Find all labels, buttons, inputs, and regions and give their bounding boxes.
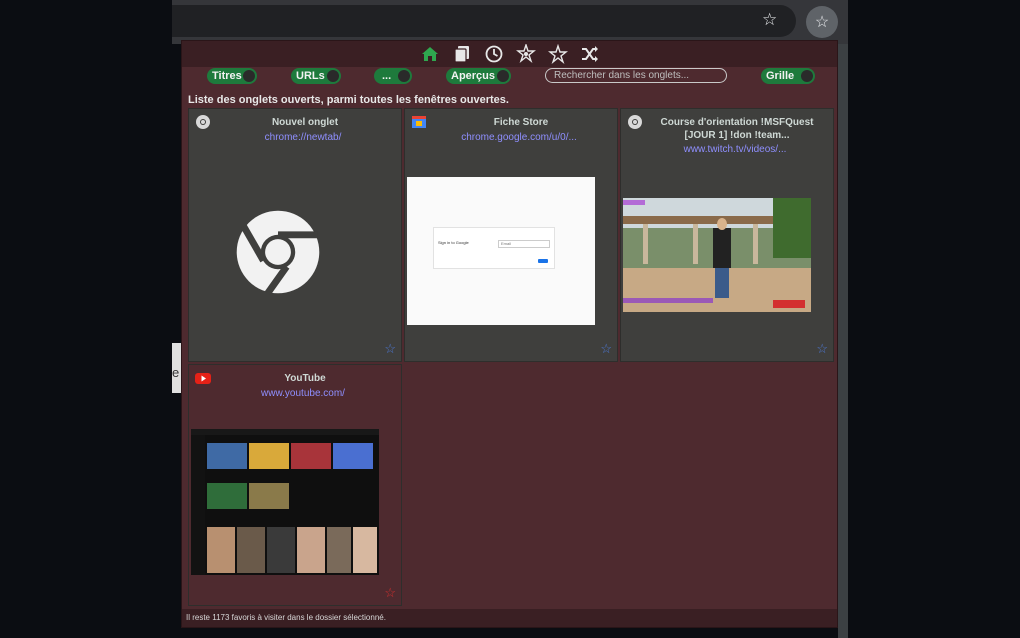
urls-toggle[interactable]: URLs (291, 68, 341, 84)
star-outline-icon: ☆ (814, 14, 830, 31)
previews-toggle[interactable]: Aperçus (446, 68, 511, 84)
bookmark-star-icon[interactable]: ☆ (600, 341, 612, 357)
store-icon (412, 116, 426, 128)
bookmarks-tree-icon[interactable] (515, 43, 537, 65)
history-icon[interactable] (483, 43, 505, 65)
tab-url[interactable]: chrome://newtab/ (209, 132, 397, 143)
copy-icon[interactable] (451, 43, 473, 65)
status-footer: Il reste 1173 favoris à visiter dans le … (182, 609, 837, 627)
star-cycle-icon[interactable] (547, 43, 569, 65)
stream-preview (623, 198, 811, 312)
tab-title: Nouvel onglet (271, 117, 339, 128)
extension-button[interactable]: ☆ (806, 6, 838, 38)
tab-title: YouTube (284, 373, 326, 384)
youtube-preview (191, 429, 379, 575)
tab-card[interactable]: Course d'orientation !MSFQuest [JOUR 1] … (620, 108, 834, 362)
chrome-icon (196, 115, 210, 129)
tab-url[interactable]: www.twitch.tv/videos/... (641, 144, 829, 155)
tab-card[interactable]: YouTube www.youtube.com/ ☆ (188, 364, 402, 606)
sign-in-card: Sign in to Google Email (433, 227, 555, 269)
tab-title: Fiche Store (493, 117, 549, 128)
bookmark-star-icon[interactable]: ☆ (384, 585, 396, 601)
sign-in-preview: Sign in to Google Email (407, 177, 595, 325)
search-input[interactable]: Rechercher dans les onglets... (545, 68, 727, 83)
bookmark-star-icon[interactable]: ☆ (762, 10, 777, 30)
titles-toggle[interactable]: Titres (207, 68, 257, 84)
address-bar[interactable] (172, 5, 796, 37)
tab-card[interactable]: Fiche Store chrome.google.com/u/0/... Si… (404, 108, 618, 362)
more-toggle[interactable]: ... (374, 68, 412, 84)
shuffle-icon[interactable] (579, 43, 601, 65)
bookmark-star-icon[interactable]: ☆ (384, 341, 396, 357)
page-background (838, 44, 848, 638)
tab-url[interactable]: www.youtube.com/ (209, 388, 397, 399)
chrome-logo-preview (236, 210, 320, 295)
tab-title: Course d'orientation !MSFQuest [JOUR 1] … (660, 117, 814, 141)
grid-toggle[interactable]: Grille (761, 68, 815, 84)
display-toggles: Titres URLs ... Aperçus Rechercher dans … (182, 67, 837, 89)
tab-url[interactable]: chrome.google.com/u/0/... (425, 132, 613, 143)
description-text: Liste des onglets ouverts, parmi toutes … (188, 94, 509, 106)
extension-popup: Titres URLs ... Aperçus Rechercher dans … (181, 40, 838, 628)
home-icon[interactable] (419, 43, 441, 65)
popup-nav (182, 41, 837, 67)
chrome-icon (628, 115, 642, 129)
tab-card[interactable]: Nouvel onglet chrome://newtab/ ☆ (188, 108, 402, 362)
youtube-icon (195, 373, 211, 384)
bookmark-star-icon[interactable]: ☆ (816, 341, 828, 357)
